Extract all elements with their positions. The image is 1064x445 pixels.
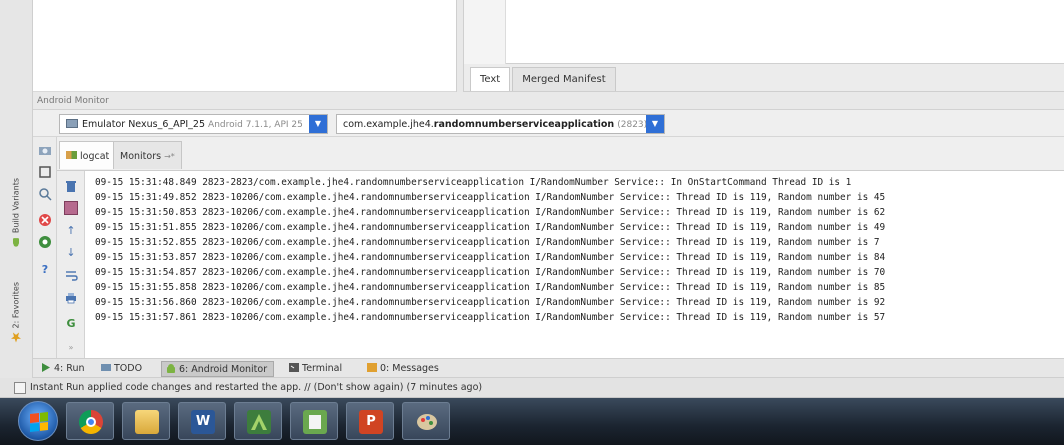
process-prefix: com.example.jhe4. <box>343 119 434 130</box>
chrome-icon <box>79 410 103 434</box>
build-variants-label: Build Variants <box>11 178 21 234</box>
process-dropdown[interactable]: com.example.jhe4.randomnumberserviceappl… <box>336 114 665 134</box>
restart-icon[interactable]: G <box>64 317 78 331</box>
status-bar: Instant Run applied code changes and res… <box>0 378 1064 398</box>
logcat-output[interactable]: 09-15 15:31:48.849 2823-2823/com.example… <box>85 171 1064 358</box>
tab-logcat[interactable]: logcat <box>59 141 117 169</box>
word-icon: W <box>191 410 215 434</box>
left-tool-strip: Build Variants 2: Favorites <box>0 0 33 378</box>
run-tool-button[interactable]: 4: Run <box>37 361 90 377</box>
log-line: 09-15 15:31:49.852 2823-10206/com.exampl… <box>95 192 886 203</box>
scroll-to-end-icon[interactable] <box>64 201 78 215</box>
window-app-icon <box>303 410 327 434</box>
android-monitor-label: 6: Android Monitor <box>179 364 268 375</box>
messages-label: 0: Messages <box>380 363 439 374</box>
taskbar-paint[interactable] <box>402 402 450 440</box>
log-line: 09-15 15:31:48.849 2823-2823/com.example… <box>95 177 852 188</box>
gear-icon[interactable] <box>38 235 52 249</box>
device-dropdown[interactable]: Emulator Nexus_6_API_25 Android 7.1.1, A… <box>59 114 328 134</box>
arrow-up-icon[interactable]: ↑ <box>64 224 78 238</box>
todo-label: TODO <box>114 363 143 374</box>
soft-wrap-icon[interactable] <box>64 269 78 283</box>
powerpoint-icon: P <box>359 410 383 434</box>
help-icon[interactable]: ? <box>38 263 52 277</box>
device-selector-row: Emulator Nexus_6_API_25 Android 7.1.1, A… <box>33 110 1064 137</box>
logcat-icon <box>66 151 77 159</box>
log-line: 09-15 15:31:52.855 2823-10206/com.exampl… <box>95 237 880 248</box>
tab-merged-manifest[interactable]: Merged Manifest <box>512 67 616 91</box>
tab-logcat-label: logcat <box>80 151 110 162</box>
print-icon[interactable] <box>64 291 78 305</box>
pin-arrow-icon: →* <box>164 152 175 161</box>
folder-icon <box>135 410 159 434</box>
messages-icon <box>367 363 377 372</box>
screen-record-icon[interactable] <box>38 165 52 179</box>
tool-window-bar: 4: Run TODO 6: Android Monitor Terminal … <box>33 358 1064 378</box>
log-line: 09-15 15:31:51.855 2823-10206/com.exampl… <box>95 222 886 233</box>
editor-bottom-tabs: Text Merged Manifest <box>464 64 1064 92</box>
chevron-down-icon[interactable]: ▼ <box>646 115 664 133</box>
device-name: Emulator Nexus_6_API_25 <box>82 119 205 130</box>
log-line: 09-15 15:31:57.861 2823-10206/com.exampl… <box>95 312 886 323</box>
windows-logo-icon <box>30 412 48 432</box>
log-line: 09-15 15:31:55.858 2823-10206/com.exampl… <box>95 282 886 293</box>
build-variants-tab[interactable]: Build Variants <box>8 178 24 247</box>
device-detail: Android 7.1.1, API 25 <box>208 120 303 130</box>
editor-splitter[interactable] <box>456 0 464 92</box>
taskbar-file-explorer[interactable] <box>122 402 170 440</box>
editor-pane-right[interactable] <box>506 0 1064 64</box>
editor-gutter <box>464 0 506 64</box>
emulator-icon <box>66 119 78 128</box>
todo-tool-button[interactable]: TODO <box>97 361 148 377</box>
logcat-tabs: logcat Monitors →* <box>57 137 1064 171</box>
favorites-tab[interactable]: 2: Favorites <box>8 282 24 343</box>
log-line: 09-15 15:31:54.857 2823-10206/com.exampl… <box>95 267 886 278</box>
more-icon[interactable]: » <box>64 341 78 355</box>
log-line: 09-15 15:31:50.853 2823-10206/com.exampl… <box>95 207 886 218</box>
screenshot-icon[interactable] <box>38 143 52 157</box>
log-line: 09-15 15:31:53.857 2823-10206/com.exampl… <box>95 252 886 263</box>
system-info-icon[interactable] <box>38 187 52 201</box>
taskbar-powerpoint[interactable]: P <box>346 402 394 440</box>
tab-monitors[interactable]: Monitors →* <box>113 141 182 169</box>
terminal-icon <box>289 363 299 372</box>
android-monitor-title: Android Monitor <box>33 92 1064 110</box>
status-toggle-icon[interactable] <box>14 382 26 394</box>
process-pid: (2823) <box>617 120 648 130</box>
android-icon <box>166 364 176 373</box>
arrow-down-icon[interactable]: ↓ <box>64 246 78 260</box>
taskbar-chrome[interactable] <box>66 402 114 440</box>
run-label: 4: Run <box>54 363 85 374</box>
status-message[interactable]: Instant Run applied code changes and res… <box>30 382 482 393</box>
trash-icon[interactable] <box>64 179 78 193</box>
favorites-label: 2: Favorites <box>11 282 21 329</box>
todo-icon <box>101 363 111 372</box>
android-studio-icon <box>247 410 271 434</box>
monitor-toolbar: ? <box>33 137 57 358</box>
terminal-tool-button[interactable]: Terminal <box>285 361 348 377</box>
android-monitor-tool-button[interactable]: 6: Android Monitor <box>161 361 275 377</box>
terminate-app-icon[interactable] <box>38 213 52 227</box>
android-studio-window: Build Variants 2: Favorites Text Merged … <box>0 0 1064 445</box>
taskbar-word[interactable]: W <box>178 402 226 440</box>
messages-tool-button[interactable]: 0: Messages <box>363 361 445 377</box>
start-button[interactable] <box>18 401 58 441</box>
chevron-down-icon[interactable]: ▼ <box>309 115 327 133</box>
editor-pane-left[interactable] <box>33 0 456 92</box>
taskbar-android-studio[interactable] <box>234 402 282 440</box>
tab-text[interactable]: Text <box>470 67 511 91</box>
android-icon <box>11 237 21 247</box>
terminal-label: Terminal <box>302 363 343 374</box>
logcat-toolbar: ↑ ↓ G » <box>57 171 85 358</box>
process-name: randomnumberserviceapplication <box>433 119 615 130</box>
tab-monitors-label: Monitors <box>120 151 162 162</box>
log-line: 09-15 15:31:56.860 2823-10206/com.exampl… <box>95 297 886 308</box>
paint-palette-icon <box>415 410 439 434</box>
taskbar-terminal-app[interactable] <box>290 402 338 440</box>
windows-taskbar: W P <box>0 398 1064 445</box>
star-icon <box>11 332 21 343</box>
run-icon <box>41 363 51 372</box>
